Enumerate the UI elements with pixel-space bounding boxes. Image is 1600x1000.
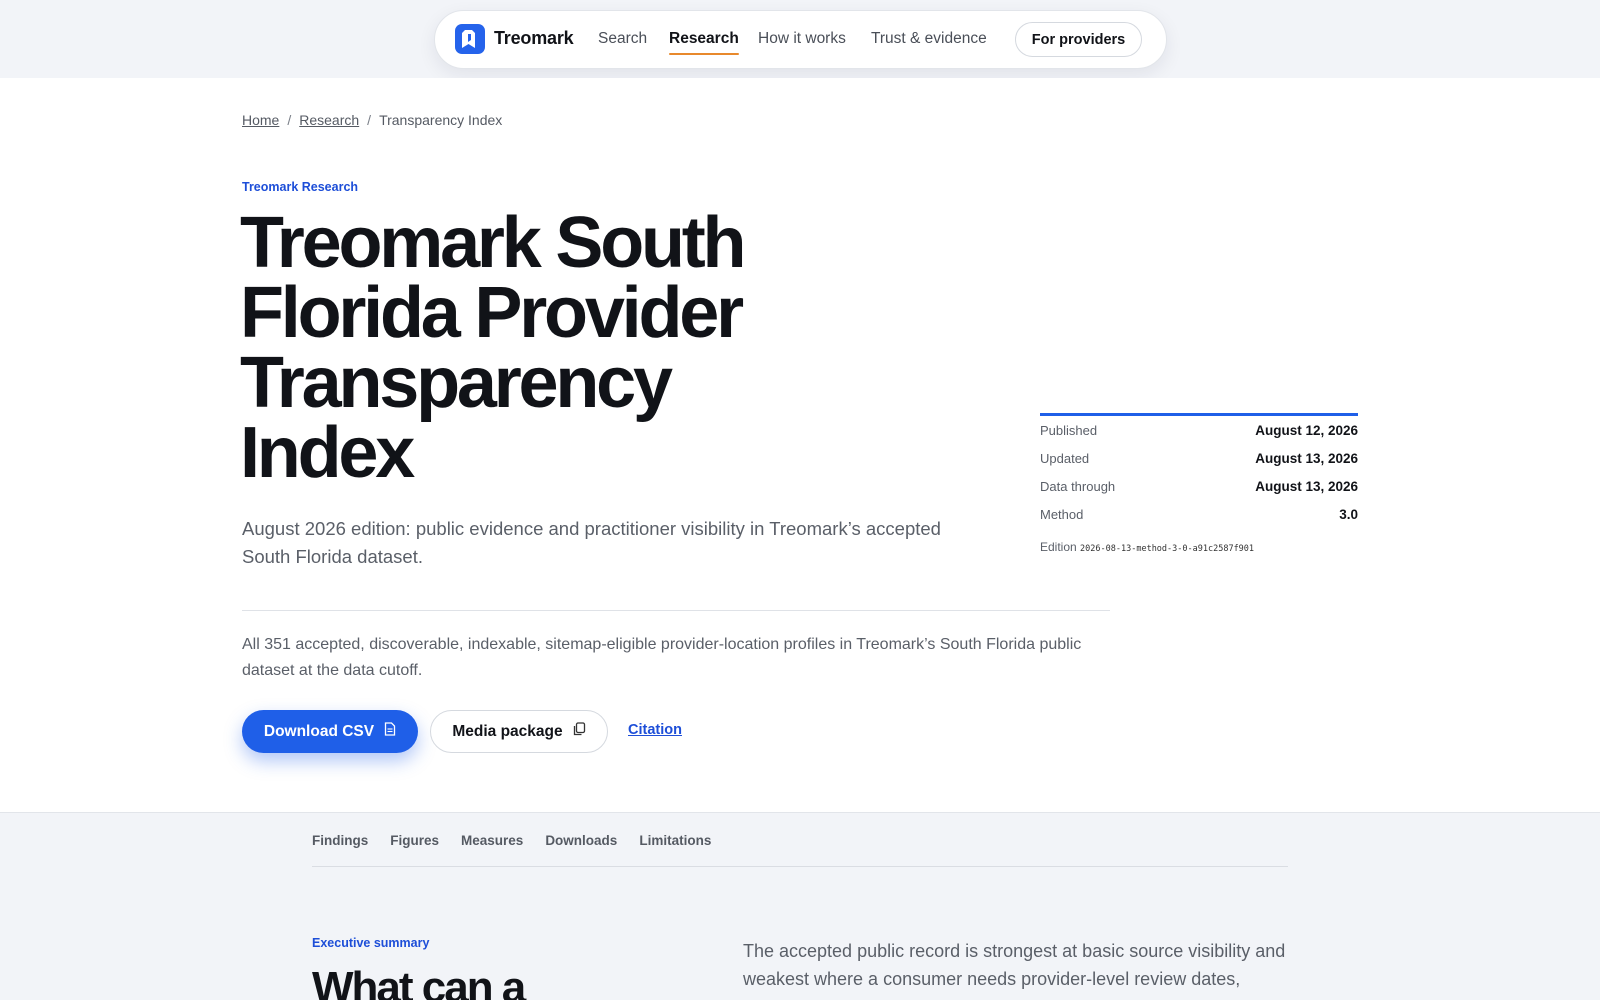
nav-link-how-it-works[interactable]: How it works <box>758 30 846 48</box>
tab-measures[interactable]: Measures <box>461 831 523 866</box>
edition-id: Edition 2026-08-13-method-3-0-a91c2587f9… <box>1040 540 1358 554</box>
breadcrumb-separator: / <box>287 112 292 128</box>
hero-section: Home / Research / Transparency Index Tre… <box>0 78 1600 812</box>
nav-link-research[interactable]: Research <box>669 30 739 55</box>
meta-value: August 13, 2026 <box>1255 478 1358 494</box>
section-tabs: Findings Figures Measures Downloads Limi… <box>312 831 1288 867</box>
citation-link[interactable]: Citation <box>628 722 682 738</box>
breadcrumb: Home / Research / Transparency Index <box>242 112 502 128</box>
meta-key: Published <box>1040 422 1098 438</box>
breadcrumb-current: Transparency Index <box>379 112 503 128</box>
edition-meta-panel: Published August 12, 2026 Updated August… <box>1040 413 1358 554</box>
media-package-label: Media package <box>452 722 563 740</box>
page-title: Treomark South Florida Provider Transpar… <box>240 203 800 493</box>
title-line: Treomark South <box>240 203 747 283</box>
main-nav: Treomark Search Research How it works Tr… <box>434 10 1167 69</box>
meta-row-published: Published August 12, 2026 <box>1040 416 1358 444</box>
nav-link-trust-evidence[interactable]: Trust & evidence <box>871 30 987 48</box>
breadcrumb-research[interactable]: Research <box>299 112 359 128</box>
download-csv-label: Download CSV <box>263 722 375 740</box>
meta-key: Method <box>1040 506 1084 522</box>
meta-row-data-through: Data through August 13, 2026 <box>1040 472 1358 500</box>
edition-label: Edition <box>1040 540 1077 554</box>
tab-findings[interactable]: Findings <box>312 831 368 866</box>
logo-text[interactable]: Treomark <box>494 28 574 49</box>
meta-value: 3.0 <box>1339 506 1358 522</box>
dataset-scope: All 351 accepted, discoverable, indexabl… <box>242 636 1082 679</box>
meta-key: Updated <box>1040 450 1090 466</box>
summary-eyebrow: Executive summary <box>312 936 430 950</box>
copy-icon <box>573 722 586 741</box>
tab-figures[interactable]: Figures <box>390 831 439 866</box>
for-providers-button[interactable]: For providers <box>1015 22 1142 57</box>
meta-value: August 12, 2026 <box>1255 422 1358 438</box>
meta-value: August 13, 2026 <box>1255 450 1358 466</box>
title-line: Florida Provider <box>240 273 744 353</box>
breadcrumb-home[interactable]: Home <box>242 112 279 128</box>
hero-eyebrow: Treomark Research <box>242 180 359 194</box>
nav-link-search[interactable]: Search <box>598 30 647 48</box>
summary-title: What can a <box>312 963 526 1000</box>
hero-divider <box>242 610 1110 611</box>
summary-text: The accepted public record is strongest … <box>743 941 1286 989</box>
meta-row-updated: Updated August 13, 2026 <box>1040 444 1358 472</box>
document-icon <box>384 722 396 741</box>
title-line: Transparency <box>240 343 673 423</box>
meta-key: Data through <box>1040 478 1116 494</box>
tab-downloads[interactable]: Downloads <box>545 831 617 866</box>
download-csv-button[interactable]: Download CSV <box>242 710 418 753</box>
meta-row-method: Method 3.0 <box>1040 500 1358 528</box>
logo-mark-icon[interactable] <box>455 24 485 54</box>
tab-limitations[interactable]: Limitations <box>639 831 711 866</box>
title-line: Index <box>240 413 415 493</box>
report-body: Findings Figures Measures Downloads Limi… <box>0 812 1600 1000</box>
hero-subtitle: August 2026 edition: public evidence and… <box>242 518 941 567</box>
edition-code: 2026-08-13-method-3-0-a91c2587f901 <box>1080 544 1255 554</box>
breadcrumb-separator: / <box>367 112 372 128</box>
media-package-button[interactable]: Media package <box>430 710 608 753</box>
